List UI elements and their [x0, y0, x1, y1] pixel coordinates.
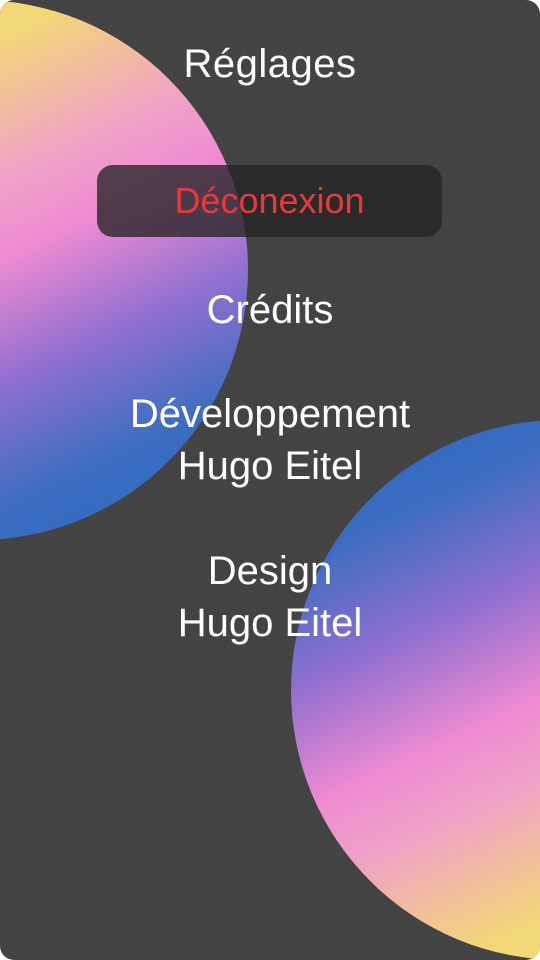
credit-development-name: Hugo Eitel	[177, 444, 363, 488]
credit-development-role: Développement	[129, 392, 411, 436]
settings-screen: Réglages Déconexion Crédits Développemen…	[0, 0, 540, 960]
decorative-gradient-blob-bottom	[291, 420, 540, 960]
logout-button-label: Déconexion	[174, 180, 365, 221]
logout-button[interactable]: Déconexion	[97, 165, 442, 237]
credits-heading: Crédits	[206, 288, 334, 332]
credit-development: Développement Hugo Eitel	[0, 388, 540, 492]
credit-design: Design Hugo Eitel	[0, 545, 540, 649]
credit-design-role: Design	[207, 549, 333, 593]
page-title: Réglages	[183, 42, 357, 86]
credit-design-name: Hugo Eitel	[177, 601, 363, 645]
